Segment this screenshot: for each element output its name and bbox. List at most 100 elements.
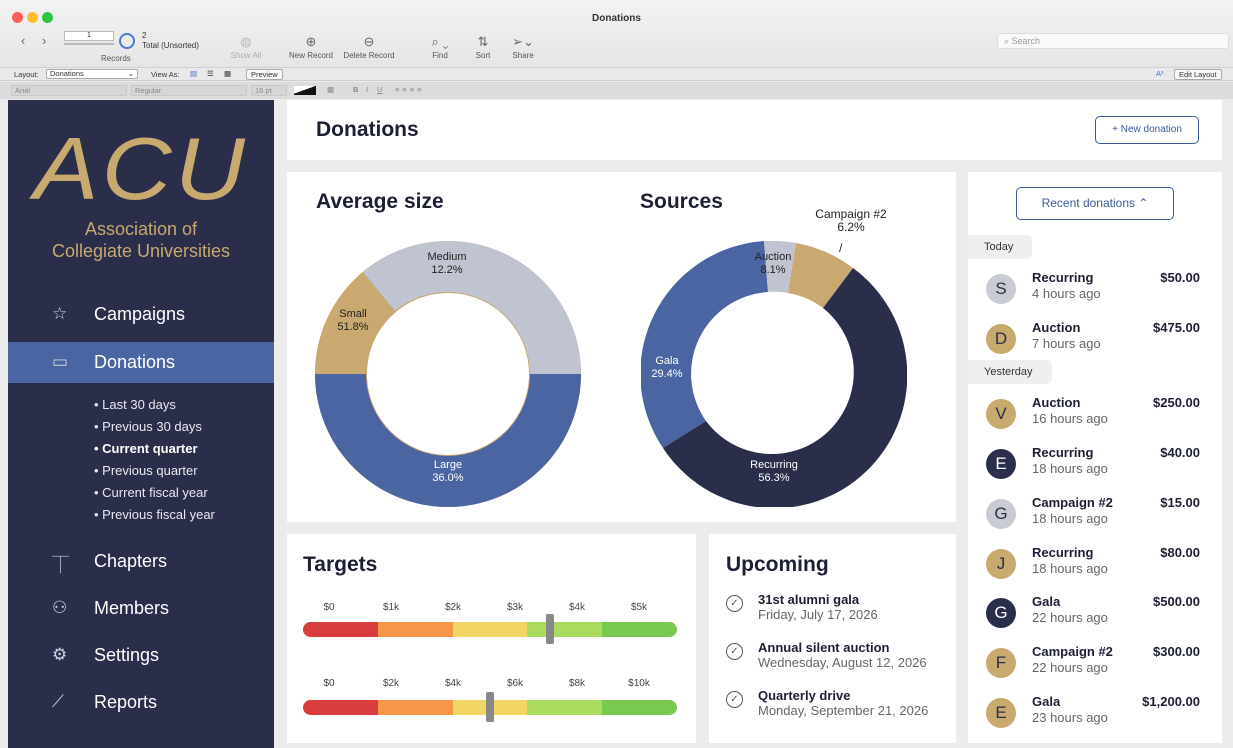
donation-row[interactable]: V Auction 16 hours ago $250.00 — [968, 391, 1222, 441]
nav-label: Chapters — [94, 551, 168, 571]
nav-members[interactable]: ⚇ Members — [8, 588, 274, 629]
subnav-previous-30-days[interactable]: • Previous 30 days — [94, 419, 202, 434]
nav-reports[interactable]: ⟋ Reports — [8, 682, 274, 723]
new-record-button[interactable]: ⊕ New Record — [287, 33, 335, 60]
check-circle-icon: ✓ — [726, 691, 743, 708]
average-size-title: Average size — [316, 190, 444, 213]
org-name: Association of Collegiate Universities — [8, 218, 274, 262]
avatar: D — [986, 324, 1016, 354]
forward-arrow-icon[interactable]: › — [42, 33, 46, 48]
donation-time: 7 hours ago — [1032, 336, 1101, 351]
sort-button[interactable]: ⇅ Sort — [470, 33, 496, 60]
nav-settings[interactable]: ⚙ Settings — [8, 635, 274, 676]
people-icon: ⚇ — [52, 598, 68, 617]
recurring-label: Recurring 56.3% — [750, 459, 798, 484]
target-tick-label: $8k — [568, 678, 586, 689]
nav-donations[interactable]: ▭ Donations — [8, 342, 274, 383]
share-button[interactable]: ➢⌄ Share — [508, 33, 538, 60]
fill-icon[interactable]: ▦ — [327, 85, 334, 94]
donation-amount: $15.00 — [1160, 495, 1200, 510]
record-slider[interactable] — [64, 43, 114, 45]
target-tick-label: $3k — [506, 602, 524, 613]
campaign-2-label: Campaign #2 6.2% — [815, 207, 887, 234]
layout-bar: Layout: Donations ⌄ View As: ▤ ☰ ▦ Previe… — [0, 67, 1233, 81]
view-as-label: View As: — [151, 70, 180, 79]
donation-row[interactable]: G Campaign #2 18 hours ago $15.00 — [968, 491, 1222, 541]
preview-button[interactable]: Preview — [246, 69, 283, 80]
show-all-button[interactable]: ◍ Show All — [224, 33, 268, 60]
subnav-current-quarter[interactable]: • Current quarter — [94, 441, 198, 456]
font-select[interactable]: Arial — [11, 85, 127, 96]
recent-card: Recent donations ⌃ Today Yesterday S Recu… — [968, 172, 1222, 743]
slice-large — [315, 374, 581, 507]
size-select[interactable]: 16 pt — [251, 85, 287, 96]
auction-label: Auction 8.1% — [754, 251, 792, 276]
sidebar: ACU Association of Collegiate Universiti… — [8, 100, 274, 748]
nav-label: Campaigns — [94, 304, 186, 324]
large-label: Large 36.0% — [432, 459, 464, 484]
new-donation-button[interactable]: + New donation — [1095, 116, 1199, 144]
send-icon: ➢⌄ — [512, 34, 534, 49]
nav-label: Members — [94, 598, 170, 618]
donation-time: 22 hours ago — [1032, 660, 1108, 675]
logo: ACU — [33, 119, 249, 218]
donation-amount: $300.00 — [1153, 644, 1200, 659]
page-title: Donations — [316, 118, 419, 141]
donation-time: 16 hours ago — [1032, 411, 1108, 426]
donation-row[interactable]: E Recurring 18 hours ago $40.00 — [968, 441, 1222, 491]
nav-label: Settings — [94, 645, 160, 665]
record-number-field[interactable]: 1 — [64, 31, 114, 41]
chevron-down-icon: ⌄ — [127, 69, 134, 78]
gala-label: Gala 29.4% — [651, 355, 683, 380]
donation-row[interactable]: E Gala 23 hours ago $1,200.00 — [968, 690, 1222, 740]
target-2-marker[interactable] — [486, 692, 494, 722]
layout-select[interactable]: Donations ⌄ — [46, 69, 138, 79]
window-title: Donations — [592, 13, 641, 24]
subnav-current-fiscal-year[interactable]: • Current fiscal year — [94, 485, 208, 500]
form-view-icon[interactable]: ▤ — [190, 69, 197, 78]
donation-amount: $40.00 — [1160, 445, 1200, 460]
records-count: 2 — [142, 31, 147, 40]
records-status: Total (Unsorted) — [142, 41, 199, 50]
style-select[interactable]: Regular — [131, 85, 247, 96]
italic-button[interactable]: I — [366, 85, 368, 94]
subnav-last-30-days[interactable]: • Last 30 days — [94, 397, 176, 412]
org-chart-icon: ⏉ — [52, 556, 69, 575]
donation-row[interactable]: J Recurring 18 hours ago $80.00 — [968, 541, 1222, 591]
sources-title: Sources — [640, 190, 723, 213]
target-1-marker[interactable] — [545, 614, 554, 644]
search-icon: ⌕ — [1004, 36, 1012, 46]
donation-time: 18 hours ago — [1032, 561, 1108, 576]
donation-type: Gala — [1032, 694, 1061, 709]
donation-time: 18 hours ago — [1032, 511, 1108, 526]
find-button[interactable]: ⌕ ⌄ Find — [424, 33, 456, 60]
delete-record-button[interactable]: ⊖ Delete Record — [342, 33, 396, 60]
back-arrow-icon[interactable]: ‹ — [21, 33, 25, 48]
text-size-icon[interactable]: A² — [1156, 69, 1164, 78]
donation-row[interactable]: D Auction 7 hours ago $475.00 — [968, 316, 1222, 366]
donation-row[interactable]: S Recurring 4 hours ago $50.00 — [968, 266, 1222, 316]
donation-amount: $500.00 — [1153, 594, 1200, 609]
target-tick-label: $6k — [506, 678, 524, 689]
color-swatch[interactable] — [294, 86, 316, 95]
target-tick-label: $4k — [568, 602, 586, 613]
check-circle-icon: ✓ — [726, 643, 743, 660]
donation-row[interactable]: F Campaign #2 22 hours ago $300.00 — [968, 640, 1222, 690]
subnav-previous-quarter[interactable]: • Previous quarter — [94, 463, 198, 478]
recent-donations-select[interactable]: Recent donations ⌃ — [1016, 187, 1174, 220]
list-view-icon[interactable]: ☰ — [207, 69, 214, 78]
donation-type: Campaign #2 — [1032, 495, 1113, 510]
underline-button[interactable]: U — [377, 85, 382, 94]
subnav-previous-fiscal-year[interactable]: • Previous fiscal year — [94, 507, 215, 522]
table-view-icon[interactable]: ▦ — [224, 69, 231, 78]
bold-button[interactable]: B — [353, 85, 358, 94]
nav-label: Reports — [94, 692, 158, 712]
nav-chapters[interactable]: ⏉ Chapters — [8, 541, 274, 582]
donation-row[interactable]: G Gala 22 hours ago $500.00 — [968, 590, 1222, 640]
search-field[interactable]: ⌕ Search — [997, 33, 1229, 49]
avatar: G — [986, 499, 1016, 529]
donation-type: Auction — [1032, 320, 1081, 335]
nav-campaigns[interactable]: ☆ Campaigns — [8, 294, 274, 335]
alignment-icons[interactable]: ≡≡≡≡ — [395, 85, 425, 94]
edit-layout-button[interactable]: Edit Layout — [1174, 69, 1222, 80]
